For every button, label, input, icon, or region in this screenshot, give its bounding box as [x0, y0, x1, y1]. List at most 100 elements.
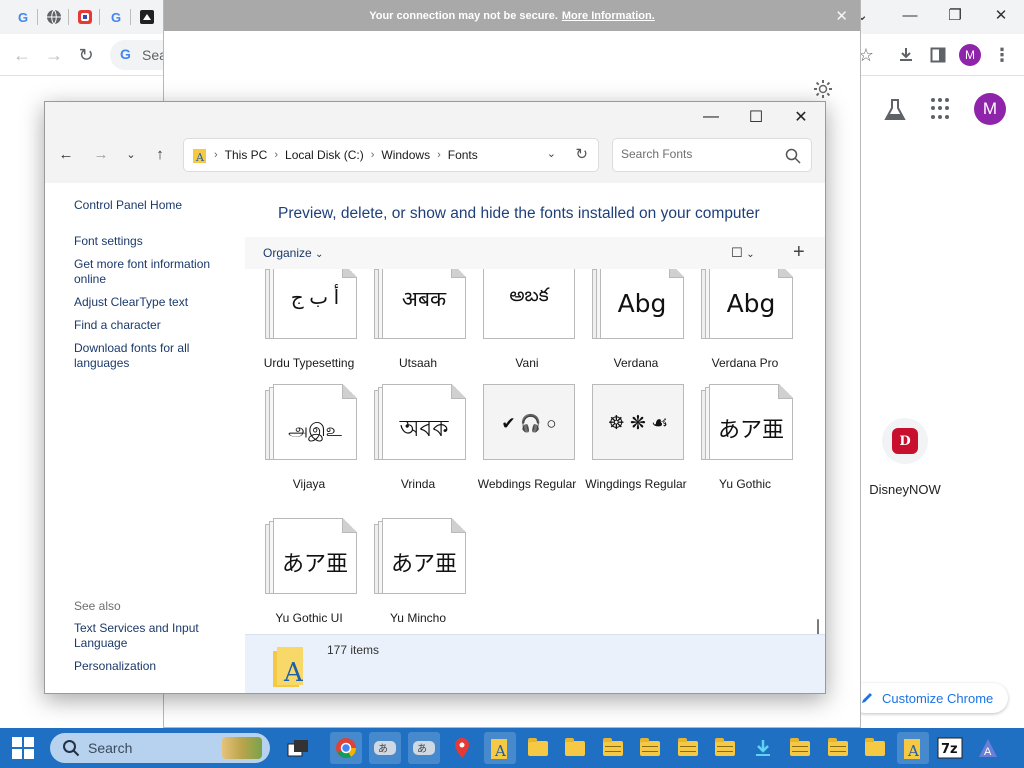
search-icon [63, 740, 80, 757]
close-button[interactable]: ✕ [786, 106, 816, 128]
maximize-button[interactable]: ☐ [741, 106, 771, 128]
folder-icon[interactable] [522, 732, 554, 764]
back-button[interactable]: ← [8, 41, 36, 69]
font-sample: అబక [509, 285, 549, 306]
font-sample: Abg [726, 289, 776, 318]
close-icon[interactable]: ✕ [835, 7, 848, 25]
font-sample: Abg [617, 289, 667, 318]
minimize-button[interactable]: — [890, 3, 930, 27]
folder-icon[interactable] [822, 732, 854, 764]
font-name: Vani [515, 356, 539, 370]
taskbar-search[interactable]: Search [50, 733, 270, 763]
tab-separator [68, 9, 69, 25]
breadcrumb-local-disk[interactable]: Local Disk (C:) [285, 148, 364, 162]
adjust-cleartype-link[interactable]: Adjust ClearType text [74, 295, 234, 310]
search-fonts-box[interactable] [612, 138, 812, 172]
change-view-button[interactable]: ☐ ⌄ [731, 245, 755, 261]
folder-icon[interactable] [672, 732, 704, 764]
more-information-link[interactable]: More Information. [562, 10, 655, 22]
personalization-link[interactable]: Personalization [74, 659, 234, 674]
tab-separator [37, 9, 38, 25]
font-sample: あア亜 [281, 551, 348, 576]
font-app-icon[interactable]: A [972, 732, 1004, 764]
up-button[interactable]: ↑ [148, 142, 172, 166]
app-taskbar-icon[interactable]: あ [369, 732, 401, 764]
download-icon[interactable] [892, 41, 920, 69]
font-sample: あア亜 [390, 552, 457, 577]
7zip-icon[interactable]: 7z [934, 732, 966, 764]
minimize-button[interactable]: — [696, 106, 726, 128]
chevron-down-icon: ⌄ [746, 249, 755, 260]
folder-icon[interactable] [784, 732, 816, 764]
app-tab[interactable] [73, 5, 97, 29]
ntp-avatar[interactable]: M [974, 93, 1006, 125]
maps-pin-icon[interactable] [446, 732, 478, 764]
font-sample: أ ب ج [290, 287, 340, 309]
breadcrumb-separator: › [437, 149, 441, 161]
close-button[interactable]: ✕ [981, 3, 1021, 27]
downloads-icon[interactable] [747, 732, 779, 764]
breadcrumb-separator: › [370, 149, 375, 161]
organize-menu[interactable]: Organize ⌄ [263, 246, 323, 260]
breadcrumb-windows[interactable]: Windows [381, 148, 430, 162]
forward-button[interactable]: → [40, 41, 68, 69]
get-more-font-info-link[interactable]: Get more font information online [74, 257, 234, 287]
search-highlight-icon [222, 737, 262, 759]
forward-button[interactable]: → [89, 142, 113, 166]
folder-icon[interactable] [709, 732, 741, 764]
add-font-icon[interactable]: + [793, 241, 805, 264]
restore-button[interactable]: ❐ [935, 3, 975, 27]
font-file-stack-icon: अबक [374, 269, 466, 343]
side-panel-icon[interactable] [924, 41, 952, 69]
address-bar[interactable]: A › This PC › Local Disk (C:) › Windows … [183, 138, 599, 172]
breadcrumb-fonts[interactable]: Fonts [448, 148, 478, 162]
folder-icon[interactable] [634, 732, 666, 764]
font-settings-link[interactable]: Font settings [74, 234, 234, 249]
see-also-label: See also [74, 599, 121, 613]
omnibox[interactable]: G Sea [110, 40, 170, 70]
google-tab[interactable]: G [104, 5, 128, 29]
font-sample: あア亜 [717, 417, 784, 442]
gear-icon[interactable] [812, 78, 834, 100]
find-a-character-link[interactable]: Find a character [74, 318, 234, 333]
svg-text:A: A [984, 746, 992, 758]
text-services-link[interactable]: Text Services and Input Language [74, 621, 234, 651]
recent-locations-chevron-icon[interactable]: ⌄ [119, 142, 143, 166]
chrome-taskbar-icon[interactable] [330, 732, 362, 764]
labs-flask-icon[interactable] [882, 97, 908, 123]
menu-icon[interactable]: ⋮ [988, 41, 1016, 69]
google-icon: G [120, 46, 131, 62]
breadcrumb-this-pc[interactable]: This PC [225, 148, 268, 162]
profile-avatar[interactable]: M [959, 44, 981, 66]
search-fonts-input[interactable] [621, 147, 781, 161]
app-taskbar-icon[interactable]: あ [408, 732, 440, 764]
reload-button[interactable]: ↻ [72, 41, 100, 69]
item-count: 177 items [327, 643, 380, 657]
windows-start-button[interactable] [12, 737, 34, 759]
download-fonts-link[interactable]: Download fonts for all languages [74, 341, 234, 371]
back-button[interactable]: ← [54, 142, 78, 166]
disney-logo-icon: D [892, 428, 918, 454]
fonts-main-pane: Preview, delete, or show and hide the fo… [245, 183, 825, 693]
fonts-explorer-taskbar-icon[interactable]: A [484, 732, 516, 764]
tab-separator [130, 9, 131, 25]
pencil-icon [862, 693, 872, 703]
apps-grid-icon[interactable] [931, 98, 953, 120]
refresh-icon[interactable]: ↻ [575, 145, 588, 163]
folder-icon[interactable] [597, 732, 629, 764]
task-view-icon[interactable] [282, 732, 314, 764]
font-file-single-icon: ☸ ❋ ☙ [592, 384, 684, 464]
dark-tab[interactable] [135, 5, 159, 29]
fonts-folder-taskbar-icon[interactable]: A [897, 732, 929, 764]
address-dropdown-icon[interactable]: ⌄ [547, 147, 556, 160]
folder-icon[interactable] [859, 732, 891, 764]
customize-chrome-button[interactable]: Customize Chrome [850, 683, 1008, 713]
search-icon[interactable] [785, 148, 801, 164]
disneynow-shortcut[interactable]: D [882, 418, 928, 464]
font-sample: अबक [401, 288, 447, 311]
control-panel-home-link[interactable]: Control Panel Home [74, 198, 234, 213]
globe-tab[interactable] [42, 5, 66, 29]
font-sample: ✔ 🎧 ○ [501, 414, 557, 433]
folder-icon[interactable] [559, 732, 591, 764]
google-tab[interactable]: G [11, 5, 35, 29]
